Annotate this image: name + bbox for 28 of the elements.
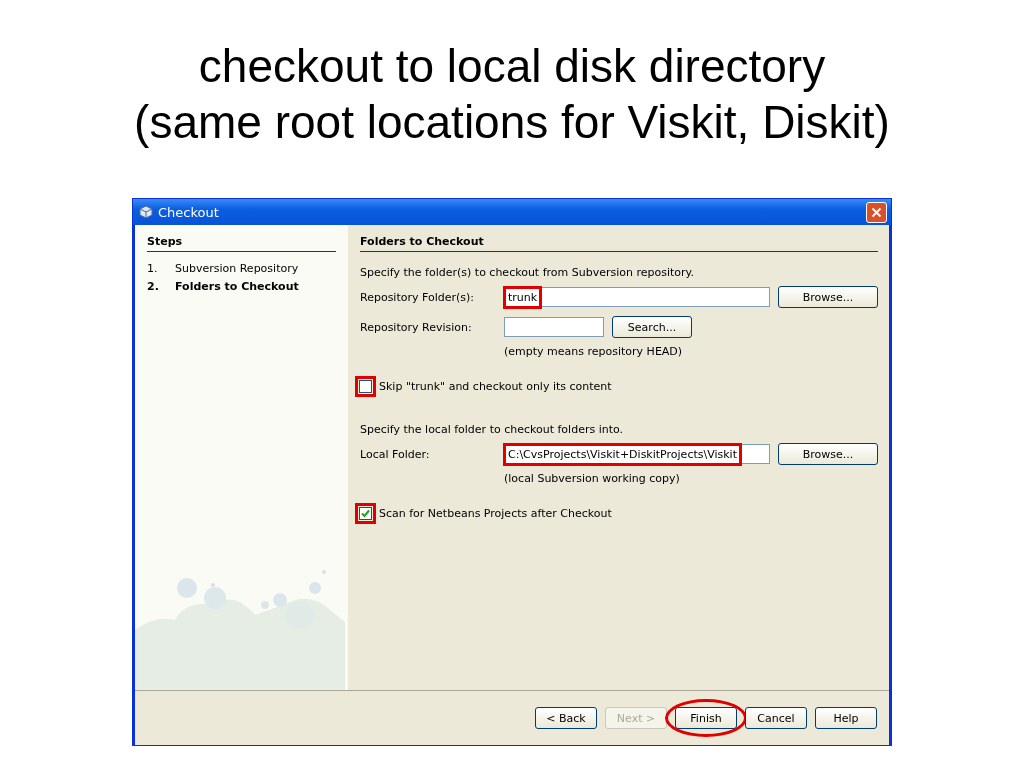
wizard-button[interactable]: Finish	[675, 707, 737, 729]
input-field[interactable]: trunk	[504, 287, 770, 307]
checkbox-label[interactable]: Skip "trunk" and checkout only its content	[379, 380, 612, 393]
hint-text: (local Subversion working copy)	[504, 472, 681, 485]
steps-heading: Steps	[147, 235, 336, 252]
field-label: Repository Revision:	[360, 320, 473, 334]
search-button[interactable]: Search...	[612, 316, 692, 338]
section-heading: Folders to Checkout	[360, 235, 878, 252]
field-label: Repository Folder(s):	[360, 290, 475, 304]
slide-title: checkout to local disk directory	[198, 39, 826, 94]
cube-icon	[139, 205, 153, 219]
checkbox-label[interactable]: Scan for Netbeans Projects after Checkout	[379, 507, 612, 520]
browse-button[interactable]: Browse...	[778, 286, 878, 308]
browse-button[interactable]: Browse...	[778, 443, 878, 465]
instruction-text: Specify the folder(s) to checkout from Subversion repository.	[360, 266, 696, 279]
wizard-step: 2. Folders to Checkout	[147, 280, 336, 293]
close-button[interactable]	[866, 201, 887, 223]
instruction-text: Specify the local folder to checkout folders into.	[360, 423, 625, 436]
input-field[interactable]: C:\CvsProjects\Viskit+DiskitProjects\Viskit	[504, 444, 770, 464]
wizard-button[interactable]: < Back	[535, 707, 597, 729]
slide-title: (same root locations for Viskit, Diskit)	[134, 95, 890, 150]
field-label: Local Folder:	[360, 447, 431, 461]
wizard-step: 1. Subversion Repository	[147, 262, 336, 275]
wizard-button[interactable]: Help	[815, 707, 877, 729]
wizard-button[interactable]: Cancel	[745, 707, 807, 729]
hint-text: (empty means repository HEAD)	[504, 345, 684, 358]
window-title: Checkout	[158, 204, 219, 220]
close-icon	[871, 206, 882, 218]
